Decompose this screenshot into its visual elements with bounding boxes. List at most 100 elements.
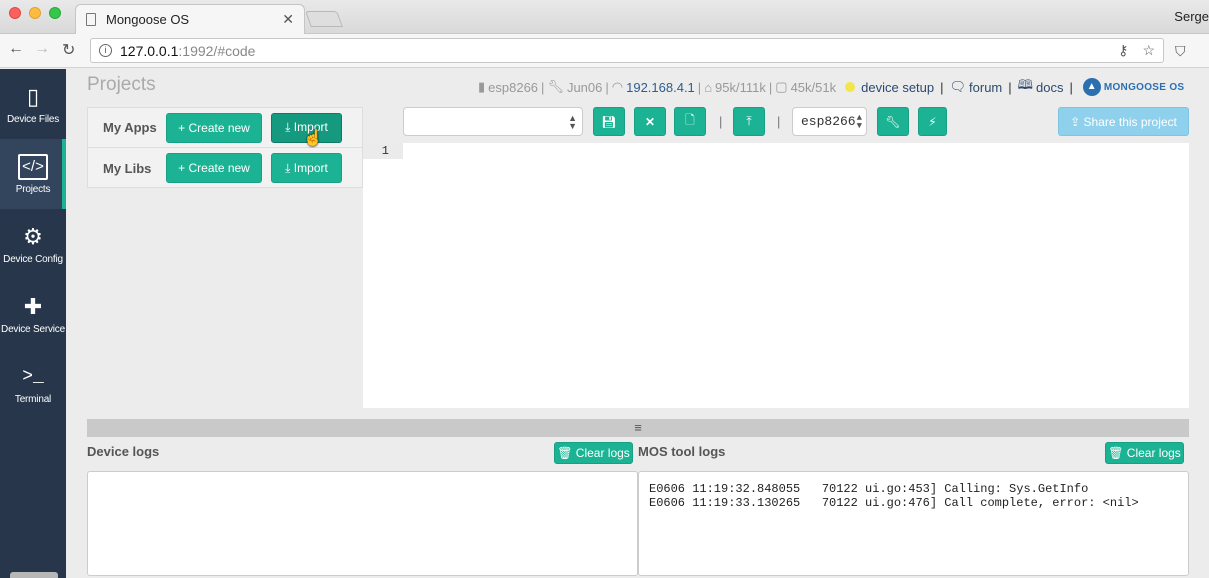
chip-icon: ▯ [26,83,40,109]
gears-icon: ⚙ [23,223,43,249]
device-ip: 192.168.4.1 [626,79,695,95]
new-file-button[interactable]: 🗋 [674,107,706,136]
clear-mos-logs-button[interactable]: 🗑 Clear logs [1105,442,1184,464]
mongoose-logo[interactable]: ▲ MONGOOSE OS [1082,78,1185,96]
code-editor[interactable]: 1 [363,143,1189,408]
my-libs-label: My Libs [103,160,152,176]
ram-usage: 95k/111k [715,79,766,95]
info-icon[interactable]: i [99,44,112,57]
page-icon [86,13,96,26]
mos-logs-title: MOS tool logs [638,444,726,459]
url-path: :1992/#code [178,42,256,59]
project-select[interactable]: ▲ ▼ [403,107,583,136]
sidebar-item-device-service[interactable]: ✚ Device Service [0,279,66,349]
flash-usage: 45k/51k [790,79,837,95]
create-lib-button[interactable]: + Create new [166,153,262,183]
separator: | [940,79,944,95]
forward-icon[interactable]: → [34,40,50,58]
separator: | [605,79,609,95]
device-setup-link[interactable]: device setup [861,80,934,95]
clear-device-logs-button[interactable]: 🗑 Clear logs [554,442,633,464]
build-button[interactable]: 🔧︎ [877,107,909,136]
mos-logs-box[interactable]: E0606 11:19:32.848055 70122 ui.go:453] C… [638,471,1189,576]
separator: | [768,79,773,95]
puzzle-icon: ✚ [23,293,43,319]
browser-tab[interactable]: Mongoose OS ✕ [75,4,305,34]
device-status-bar: ▮ esp8266 | 🔧︎ Jun06 | ◠ 192.168.4.1 | ⌂… [478,76,1184,98]
board-value: esp8266 [801,114,856,129]
sidebar-item-label: Device Service [1,323,65,335]
separator: | [697,79,702,95]
create-app-button[interactable]: + Create new [166,112,262,143]
select-arrows-icon: ▲ ▼ [856,113,862,131]
star-icon[interactable]: ☆ [1142,42,1155,59]
close-icon: ✕ [644,114,656,129]
sidebar-item-label: Terminal [14,393,52,405]
docs-link[interactable]: docs [1036,80,1063,95]
line-number: 1 [363,143,403,159]
select-arrows-icon: ▲ ▼ [568,113,577,131]
sidebar-scrollbar[interactable] [10,572,58,578]
sidebar-item-terminal[interactable]: >_ Terminal [0,349,66,419]
toolbar-separator: | [719,114,723,129]
back-icon[interactable]: ← [8,40,24,58]
lightning-icon: ⚡︎ [928,114,937,129]
separator: | [1069,79,1073,95]
device-logs-title: Device logs [87,444,160,459]
sidebar-item-label: Projects [15,183,51,195]
wifi-icon: ◠ [611,79,624,94]
reload-icon[interactable]: ↻ [62,40,75,60]
browser-toolbar: ← → ↻ i 127.0.0.1:1992/#code ⚷ ☆ ⛉ [0,34,1209,68]
save-button[interactable]: 💾︎ [593,107,625,136]
pointer-hand-icon: ☝ [303,130,323,147]
upload-icon: ⤒ [746,114,752,128]
ram-icon: ⌂ [704,79,713,95]
device-logs-box[interactable] [87,471,638,576]
my-apps-label: My Apps [103,120,157,135]
logo-text: MONGOOSE OS [1103,81,1185,93]
import-lib-button[interactable]: ⤓ Import [271,153,342,183]
sidebar-item-label: Device Config [3,253,63,265]
forum-link[interactable]: forum [969,80,1002,95]
device-icon: ▮ [478,79,486,94]
address-bar[interactable]: i 127.0.0.1:1992/#code ⚷ ☆ [90,38,1164,63]
flash-button[interactable]: ⚡︎ [918,107,947,136]
mongoose-logo-icon: ▲ [1082,78,1101,96]
extension-icon[interactable]: ⛉ [1175,43,1186,60]
status-dot-icon [845,82,856,92]
sidebar: ▯ Device Files </> Projects ⚙ Device Con… [0,69,66,578]
sidebar-item-label: Device Files [6,113,60,125]
browser-titlebar: Mongoose OS ✕ Serge [0,0,1209,34]
panel-resize-handle[interactable]: ≡ [87,419,1189,437]
profile-name[interactable]: Serge [1174,9,1209,24]
toolbar-separator: | [777,114,781,129]
key-icon[interactable]: ⚷ [1118,42,1128,59]
page-title: Projects [87,74,156,95]
my-libs-row: My Libs + Create new ⤓ Import [88,148,362,188]
separator: | [1008,79,1012,95]
device-name: esp8266 [488,79,539,95]
separator: | [541,79,545,95]
chat-icon: 🗨︎ [949,79,967,94]
flash-icon: ▢ [775,79,788,94]
share-project-button[interactable]: ⇪ Share this project [1058,107,1189,136]
wrench-icon: 🔧︎ [547,79,564,94]
book-icon: 🕮 [1017,77,1033,92]
board-select[interactable]: esp8266 ▲ ▼ [792,107,867,136]
close-file-button[interactable]: ✕ [634,107,666,136]
wrench-icon: 🔧︎ [885,114,901,129]
tab-close-icon[interactable]: ✕ [282,11,294,28]
minimize-window-button[interactable] [29,7,41,19]
sidebar-item-device-files[interactable]: ▯ Device Files [0,69,66,139]
upload-button[interactable]: ⤒ [733,107,765,136]
terminal-icon: >_ [22,366,44,387]
sidebar-item-projects[interactable]: </> Projects [0,139,66,209]
maximize-window-button[interactable] [49,7,61,19]
save-icon: 💾︎ [601,114,617,129]
file-icon: 🗋 [685,113,695,127]
close-window-button[interactable] [9,7,21,19]
new-tab-button[interactable] [305,11,343,27]
sidebar-item-device-config[interactable]: ⚙ Device Config [0,209,66,279]
tab-title: Mongoose OS [106,12,190,27]
code-file-icon: </> [18,153,48,180]
